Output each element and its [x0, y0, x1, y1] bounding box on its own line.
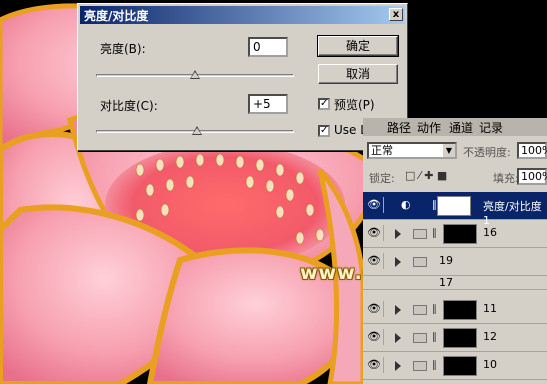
close-button[interactable]: x [389, 8, 403, 21]
layer-mask-thumbnail[interactable] [443, 356, 477, 376]
opacity-label: 不透明度: [463, 146, 511, 159]
eye-icon[interactable]: 👁 [365, 253, 384, 269]
contrast-label: 对比度(C): [100, 99, 158, 113]
eye-icon[interactable]: 👁 [365, 329, 384, 345]
tab-paths[interactable]: 路径 [385, 120, 413, 136]
lock-label: 锁定: [369, 172, 395, 185]
layer-row[interactable]: 17 [363, 276, 547, 290]
lock-icons[interactable]: □ ⁄ ✚ ■ [405, 169, 447, 182]
folder-icon [413, 305, 427, 315]
layer-name: 11 [483, 302, 497, 315]
layer-name: 12 [483, 330, 497, 343]
checkmark-icon: ✓ [320, 98, 329, 109]
layer-name: 16 [483, 226, 497, 239]
layer-name: 17 [439, 276, 453, 289]
fill-label: 填充: [493, 172, 519, 185]
ok-button[interactable]: 确定 [317, 35, 399, 57]
dialog-title: 亮度/对比度 [84, 9, 149, 23]
blend-mode-select[interactable]: 正常 ▼ [367, 142, 457, 159]
panel-tabs: 路径 动作 通道 记录 [363, 118, 547, 136]
layer-row[interactable]: 👁 ∥ 12 [363, 324, 547, 352]
expand-arrow-icon[interactable] [395, 361, 401, 371]
cancel-button[interactable]: 取消 [318, 64, 398, 84]
link-icon: ∥ [432, 304, 437, 315]
folder-icon [413, 361, 427, 371]
eye-icon[interactable]: 👁 [365, 357, 384, 373]
preview-checkbox[interactable]: ✓ [318, 98, 330, 110]
layer-name: 19 [439, 254, 453, 267]
link-icon: ∥ [432, 360, 437, 371]
layer-mask-thumbnail[interactable] [443, 224, 477, 244]
layer-row[interactable]: 👁 ∥ 11 [363, 296, 547, 324]
preview-label: 预览(P) [334, 98, 375, 112]
blend-mode-value: 正常 [371, 144, 393, 157]
opacity-input[interactable]: 100% [517, 142, 547, 159]
folder-icon [413, 229, 427, 239]
link-icon: ∥ [432, 332, 437, 343]
contrast-slider-thumb[interactable] [191, 126, 202, 135]
brightness-slider-thumb[interactable] [190, 70, 200, 79]
layer-row[interactable]: 👁 19 [363, 248, 547, 276]
chevron-down-icon: ▼ [443, 144, 455, 157]
layer-mask-thumbnail[interactable] [443, 300, 477, 320]
legacy-checkbox[interactable]: ✓ [318, 125, 330, 137]
adjustment-icon: ◐ [401, 198, 411, 211]
contrast-input[interactable]: +5 [248, 94, 288, 114]
layer-row[interactable]: 👁 ∥ 10 [363, 352, 547, 380]
link-icon: ∥ [432, 228, 437, 239]
eye-icon[interactable]: 👁 [365, 197, 384, 213]
folder-icon [413, 333, 427, 343]
brightness-contrast-dialog: 亮度/对比度 x 亮度(B): 0 对比度(C): +5 确定 取消 ✓ 预览(… [77, 3, 408, 151]
layer-mask-thumbnail[interactable] [437, 196, 471, 216]
expand-arrow-icon[interactable] [395, 333, 401, 343]
layer-row[interactable]: 👁 ∥ 16 [363, 220, 547, 248]
fill-input[interactable]: 100% [517, 168, 547, 185]
tab-channels[interactable]: 通道 [447, 120, 475, 136]
tab-actions[interactable]: 动作 [415, 120, 443, 136]
layer-mask-thumbnail[interactable] [443, 328, 477, 348]
expand-arrow-icon[interactable] [395, 229, 401, 239]
layers-panel: 路径 动作 通道 记录 正常 ▼ 不透明度: 100% 锁定: □ ⁄ ✚ ■ … [363, 118, 547, 384]
layer-name: 10 [483, 358, 497, 371]
dialog-titlebar[interactable]: 亮度/对比度 x [80, 6, 405, 24]
expand-arrow-icon[interactable] [395, 305, 401, 315]
brightness-label: 亮度(B): [100, 42, 146, 56]
eye-icon[interactable]: 👁 [365, 225, 384, 241]
checkmark-icon: ✓ [320, 125, 329, 136]
folder-icon [413, 257, 427, 267]
expand-arrow-icon[interactable] [395, 257, 401, 267]
brightness-input[interactable]: 0 [248, 37, 288, 57]
eye-icon[interactable]: 👁 [365, 301, 384, 317]
tab-history[interactable]: 记录 [477, 120, 505, 136]
layer-row-adjustment[interactable]: 👁 ◐ ∥ 亮度/对比度 1 [363, 192, 547, 227]
